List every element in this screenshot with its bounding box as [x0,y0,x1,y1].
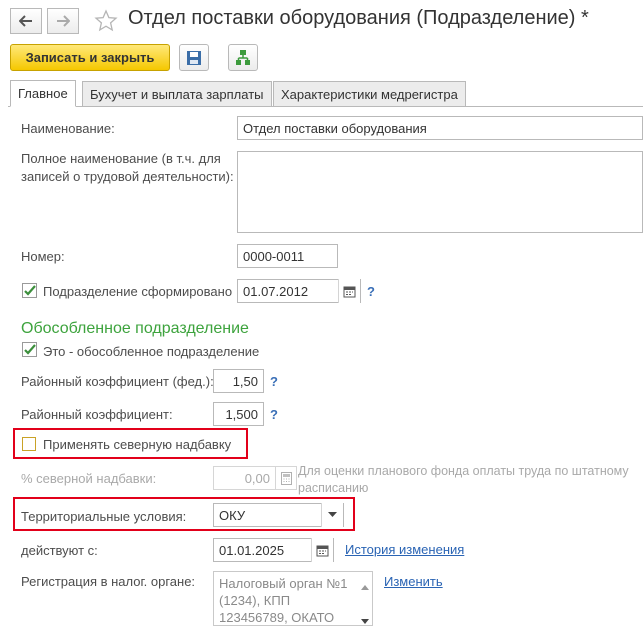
effective-from-label: действуют с: [21,543,98,558]
tax-reg-line-3: 123456789, ОКАТО [219,610,335,625]
territorial-dropdown-button[interactable] [321,503,343,527]
district-coef-fed-input[interactable]: 1,50 [213,369,264,393]
north-hint-line2: расписанию [298,481,369,495]
formed-date-value: 01.07.2012 [243,283,309,299]
change-link[interactable]: Изменить [384,574,443,589]
full-name-textarea[interactable] [237,151,643,233]
tax-reg-field[interactable]: Налоговый орган №1 (1234), КПП 123456789… [213,571,373,626]
checkmark-icon [22,283,37,298]
tax-reg-scroll-up-icon[interactable] [361,578,369,593]
district-coef-input[interactable]: 1,500 [213,402,264,426]
district-coef-fed-label: Районный коэффициент (фед.): [21,374,214,389]
tax-reg-line-1: Налоговый орган №1 [219,576,348,591]
full-name-label-line1: Полное наименование (в т.ч. для [21,151,221,166]
territorial-value: ОКУ [219,507,246,523]
number-label: Номер: [21,249,65,264]
dropdown-arrow-icon [328,512,337,517]
formed-checkbox[interactable] [22,283,37,298]
formed-label: Подразделение сформировано [43,284,233,299]
name-label: Наименование: [21,121,115,136]
north-percent-calculator-button[interactable] [275,466,297,490]
apply-north-checkbox[interactable] [22,437,36,451]
tax-reg-scroll-down-icon[interactable] [361,612,369,627]
district-coef-label: Районный коэффициент: [21,407,173,422]
checkmark-icon [22,342,37,357]
back-button[interactable] [10,8,42,34]
tab-accounting-payroll[interactable]: Бухучет и выплата зарплаты [82,81,272,107]
star-icon [94,9,118,32]
separate-division-section-title: Обособленное подразделение [21,320,249,337]
apply-north-label: Применять северную надбавку [43,437,232,452]
full-name-label-line2: записей о трудовой деятельности): [21,169,234,184]
north-percent-input[interactable]: 0,00 [213,466,276,490]
floppy-disk-icon [187,50,201,65]
back-arrow-icon [19,15,32,27]
forward-button[interactable] [47,8,79,34]
save-and-close-button[interactable]: Записать и закрыть [10,44,170,71]
tree-structure-icon [236,49,250,65]
history-link[interactable]: История изменения [345,542,464,557]
north-hint-line1: Для оценки планового фонда оплаты труда … [298,464,629,478]
structure-button[interactable] [228,44,258,71]
number-input[interactable]: 0000-0011 [237,244,338,268]
territorial-label: Территориальные условия: [21,509,187,524]
calculator-icon [280,471,292,485]
window-title: Отдел поставки оборудования (Подразделен… [128,7,589,29]
forward-arrow-icon [57,15,70,27]
formed-help-icon[interactable]: ? [367,284,375,299]
formed-date-calendar-button[interactable] [338,279,360,303]
tab-main[interactable]: Главное [10,80,76,107]
name-input[interactable]: Отдел поставки оборудования [237,116,643,140]
district-coef-help-icon[interactable]: ? [270,407,278,422]
effective-from-value: 01.01.2025 [219,542,285,558]
calendar-icon [343,286,356,297]
is-separate-label: Это - обособленное подразделение [43,344,260,359]
effective-from-calendar-button[interactable] [311,538,333,562]
favorite-star-button[interactable] [94,9,118,36]
calendar-icon [316,545,329,556]
save-button[interactable] [179,44,209,71]
north-percent-label: % северной надбавки: [21,471,157,486]
tax-reg-line-2: (1234), КПП [219,593,291,608]
tax-reg-label: Регистрация в налог. органе: [21,574,196,589]
tab-med-register[interactable]: Характеристики медрегистра [273,81,466,107]
is-separate-checkbox[interactable] [22,342,37,357]
district-coef-fed-help-icon[interactable]: ? [270,374,278,389]
